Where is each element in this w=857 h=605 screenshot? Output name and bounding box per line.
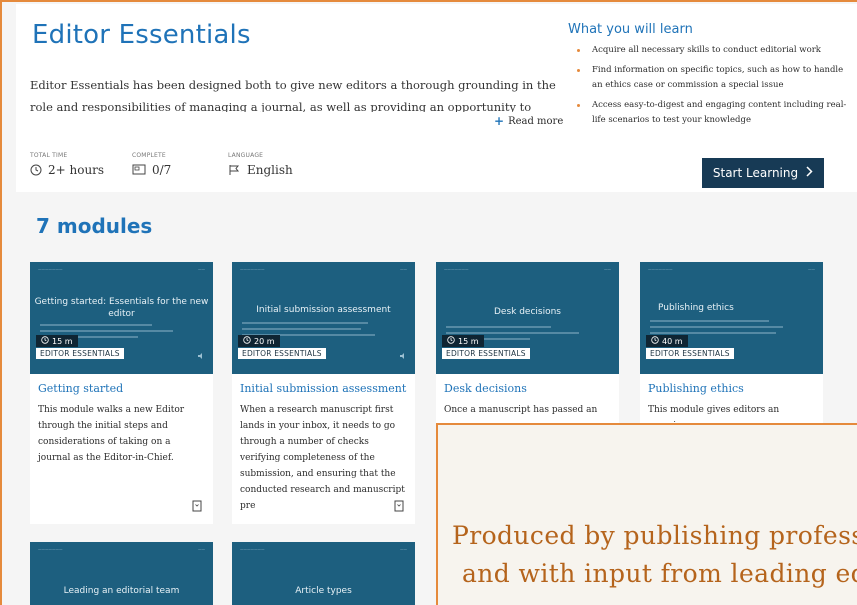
learn-item: Access easy-to-digest and engaging conte… <box>568 98 848 128</box>
modules-heading: 7 modules <box>36 214 153 238</box>
module-description: Once a manuscript has passed an <box>444 405 598 415</box>
module-card-article-types[interactable]: ——————— —— Article types <box>232 542 415 605</box>
flag-icon <box>228 164 241 176</box>
bookmark-icon[interactable] <box>394 500 404 512</box>
bullet-icon <box>577 69 580 72</box>
meta-complete: COMPLETE 0/7 <box>132 152 171 177</box>
chevron-right-icon <box>806 166 813 180</box>
learning-outcomes: What you will learn Acquire all necessar… <box>568 22 848 133</box>
duration-badge: 40 m <box>646 335 688 347</box>
module-thumbnail: ——————— —— Getting started: Essentials fo… <box>30 262 213 374</box>
promo-overlay: Produced by publishing professio and wit… <box>436 423 857 605</box>
module-title[interactable]: Getting started <box>38 382 123 395</box>
clock-icon <box>41 336 49 346</box>
start-learning-button[interactable]: Start Learning <box>702 158 824 188</box>
start-learning-label: Start Learning <box>712 166 799 180</box>
read-more-link[interactable]: + Read more <box>494 114 563 128</box>
language-value: English <box>247 163 293 177</box>
speaker-icon <box>400 353 404 359</box>
progress-icon <box>132 164 146 176</box>
module-thumbnail: ——————— —— Desk decisions 15 m EDITOR ESS… <box>436 262 619 374</box>
module-title[interactable]: Publishing ethics <box>648 382 744 395</box>
series-tag: EDITOR ESSENTIALS <box>36 348 124 359</box>
learn-title: What you will learn <box>568 22 693 37</box>
course-description: Editor Essentials has been designed both… <box>30 78 556 112</box>
complete-value: 0/7 <box>152 163 172 177</box>
series-tag: EDITOR ESSENTIALS <box>442 348 530 359</box>
thumbnail-title: Leading an editorial team <box>63 586 180 596</box>
plus-icon: + <box>494 114 505 128</box>
meta-language: LANGUAGE English <box>228 152 293 177</box>
learn-item: Acquire all necessary skills to conduct … <box>568 43 848 58</box>
language-label: LANGUAGE <box>228 152 264 159</box>
thumbnail-title: Initial submission assessment <box>256 305 391 315</box>
clock-icon <box>447 336 455 346</box>
page-frame: Editor Essentials Editor Essentials has … <box>0 0 857 605</box>
module-title[interactable]: Desk decisions <box>444 382 527 395</box>
clock-icon <box>30 164 42 176</box>
module-description: When a research manuscript first lands i… <box>240 405 405 511</box>
thumbnail-title: Desk decisions <box>493 307 562 317</box>
module-description: This module walks a new Editor through t… <box>38 405 185 463</box>
series-tag: EDITOR ESSENTIALS <box>238 348 326 359</box>
speaker-icon <box>198 353 202 359</box>
promo-line-1: Produced by publishing professio <box>452 521 857 550</box>
promo-line-2: and with input from leading edito <box>462 559 857 588</box>
duration-badge: 15 m <box>442 335 484 347</box>
duration-badge: 20 m <box>238 335 280 347</box>
course-header: Editor Essentials Editor Essentials has … <box>16 4 857 192</box>
clock-icon <box>243 336 251 346</box>
complete-label: COMPLETE <box>132 152 166 159</box>
total-time-value: 2+ hours <box>48 163 105 177</box>
thumbnail-title: Article types <box>295 586 352 596</box>
meta-total-time: TOTAL TIME 2+ hours <box>30 152 104 177</box>
module-thumbnail: ——————— —— Publishing ethics 40 m EDITOR … <box>640 262 823 374</box>
module-title[interactable]: Initial submission assessment <box>240 382 406 395</box>
thumbnail-title: Publishing ethics <box>658 303 734 313</box>
series-tag: EDITOR ESSENTIALS <box>646 348 734 359</box>
total-time-label: TOTAL TIME <box>30 152 68 159</box>
page-title: Editor Essentials <box>32 20 251 50</box>
clock-icon <box>651 336 659 346</box>
module-card-initial-submission[interactable]: ——————— —— Initial submission assessment … <box>232 262 415 524</box>
bullet-icon <box>577 104 580 107</box>
thumbnail-title: Getting started: Essentials for the new … <box>34 297 209 319</box>
module-thumbnail: ——————— —— Initial submission assessment … <box>232 262 415 374</box>
bullet-icon <box>577 49 580 52</box>
learn-item: Find information on specific topics, suc… <box>568 63 848 93</box>
module-card-getting-started[interactable]: ——————— —— Getting started: Essentials fo… <box>30 262 213 524</box>
read-more-label: Read more <box>508 115 564 127</box>
duration-badge: 15 m <box>36 335 78 347</box>
module-card-leading-team[interactable]: ——————— —— Leading an editorial team <box>30 542 213 605</box>
bookmark-icon[interactable] <box>192 500 202 512</box>
